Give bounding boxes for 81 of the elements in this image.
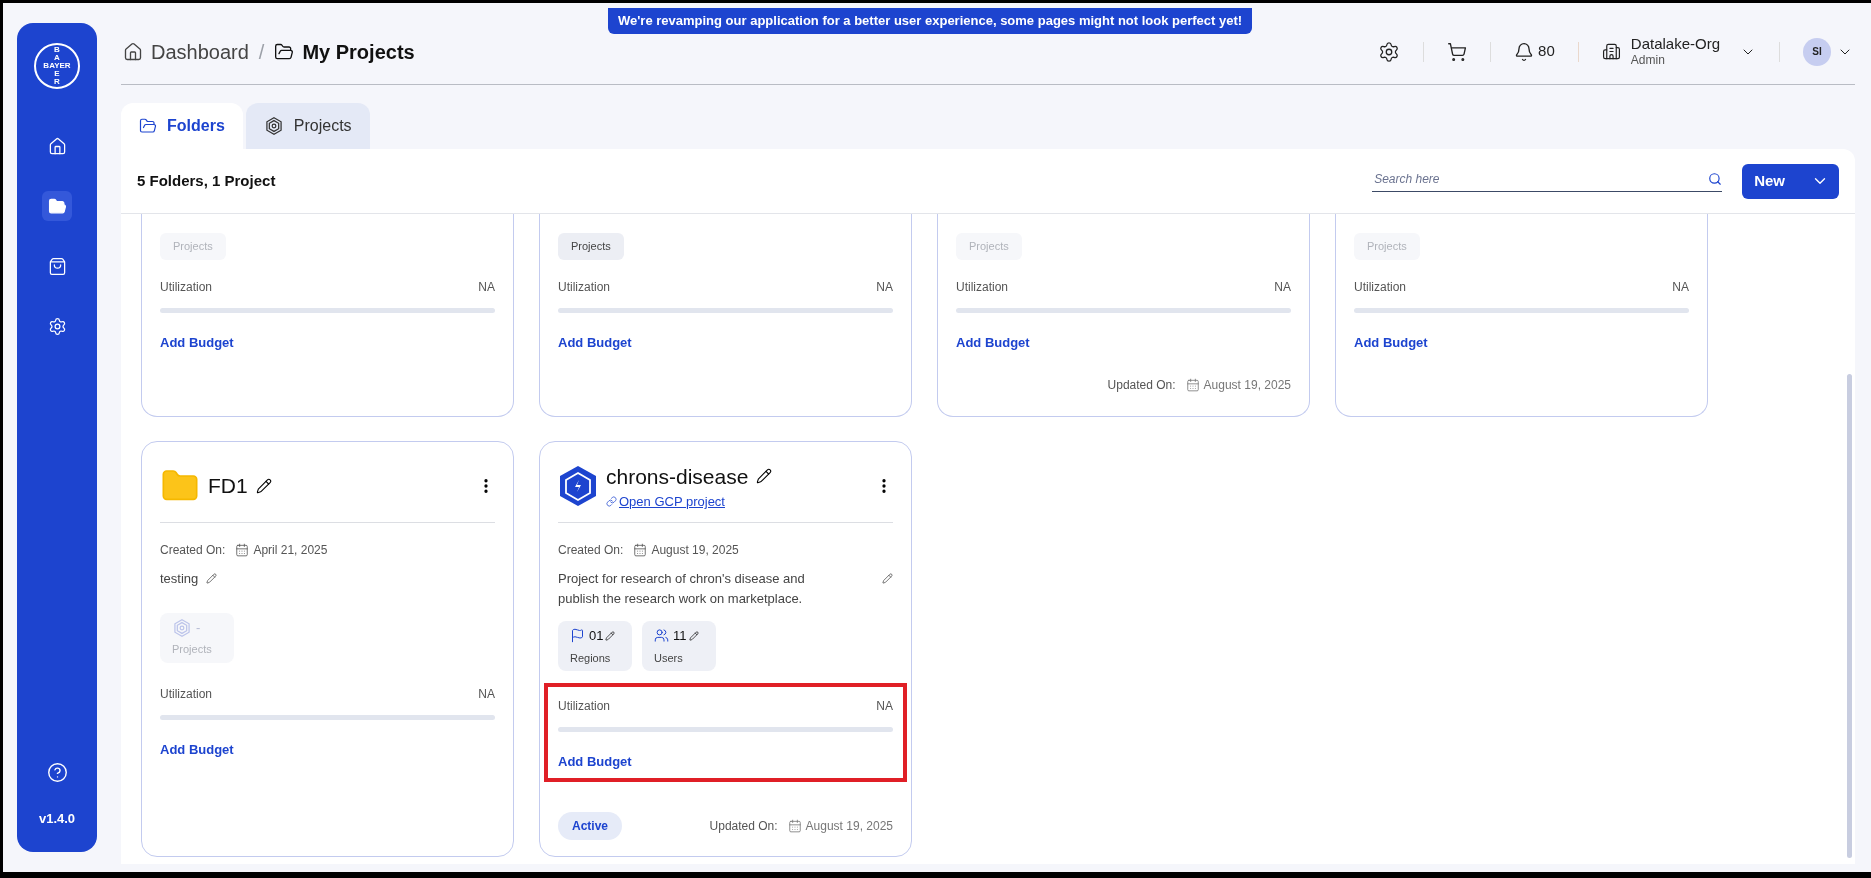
tab[interactable]: Folders <box>121 103 243 149</box>
new-button[interactable]: New <box>1742 163 1839 199</box>
created-label: Created On: <box>558 542 624 559</box>
settings-icon[interactable] <box>1378 40 1401 63</box>
logo-text: BAYER <box>43 62 71 70</box>
open-project-link[interactable]: Open GCP project <box>606 492 773 512</box>
notifications-button[interactable]: 80 <box>1514 40 1555 63</box>
utilization-value: NA <box>1672 278 1689 296</box>
utilization-label: Utilization <box>956 278 1009 296</box>
folder-icon <box>139 117 157 135</box>
stat-label: Regions <box>570 650 612 666</box>
logo-text: ER <box>53 70 61 86</box>
edit-icon[interactable] <box>255 478 272 494</box>
calendar-icon <box>787 819 802 833</box>
org-name: Datalake-Org <box>1630 34 1720 54</box>
calendar-icon <box>235 543 250 557</box>
logo-text: BA <box>53 46 61 62</box>
utilization-value: NA <box>478 278 495 296</box>
card-title: chrons-disease <box>606 463 749 490</box>
home-icon <box>123 41 143 62</box>
projects-chip: Projects <box>956 233 1022 260</box>
calendar-icon <box>633 543 648 557</box>
utilization-label: Utilization <box>558 698 611 715</box>
folder-card[interactable]: FD1 Created On: April 21, 2025 testing - Projects Utilization NA Add Budget <box>141 441 514 857</box>
created-label: Created On: <box>160 542 226 559</box>
card-title: FD1 <box>208 473 248 500</box>
edit-icon[interactable] <box>756 468 773 485</box>
org-role: Admin <box>1630 53 1666 69</box>
updated-label: Updated On: <box>1107 377 1176 394</box>
utilization-label: Utilization <box>160 686 213 703</box>
search-icon[interactable] <box>1708 172 1723 186</box>
flag-icon <box>570 628 585 644</box>
breadcrumb-link[interactable]: Dashboard <box>123 36 249 67</box>
utilization-label: Utilization <box>1354 278 1407 296</box>
status-badge: Active <box>558 812 623 840</box>
cart-icon[interactable] <box>1447 41 1468 62</box>
created-date: April 21, 2025 <box>253 542 328 559</box>
card-description: testing <box>160 570 199 588</box>
version-label: v1.4.0 <box>38 809 76 828</box>
projects-label: Projects <box>172 642 213 657</box>
projects-chip: Projects <box>558 233 624 260</box>
folder-icon[interactable] <box>42 191 72 221</box>
stat-label: Users <box>654 650 684 666</box>
projects-chip: Projects <box>160 233 226 260</box>
stat-value: 01 <box>589 627 604 645</box>
utilization-value: NA <box>1274 278 1291 296</box>
utilization-value: NA <box>876 698 893 715</box>
utilization-value: NA <box>478 686 495 703</box>
announcement-banner: We're revamping our application for a better user experience, some pages might not look perfect yet! <box>608 8 1253 34</box>
building-icon <box>1601 42 1621 61</box>
scrollbar[interactable] <box>1847 374 1852 858</box>
utilization-label: Utilization <box>160 278 213 296</box>
summary-title: 5 Folders, 1 Project <box>137 170 276 191</box>
stat-value: 11 <box>673 627 687 645</box>
projects-chip: Projects <box>1354 233 1420 260</box>
breadcrumb-separator: / <box>258 39 265 65</box>
help-icon[interactable] <box>46 761 68 783</box>
user-avatar[interactable]: SI <box>1803 37 1831 66</box>
folder-icon <box>274 41 295 62</box>
tab[interactable]: Projects <box>245 103 370 149</box>
projects-count: - <box>196 619 201 638</box>
add-budget-link[interactable]: Add Budget <box>956 332 1030 352</box>
utilization-value: NA <box>876 278 893 296</box>
add-budget-link[interactable]: Add Budget <box>160 740 234 760</box>
breadcrumb-link[interactable]: My Projects <box>274 36 415 67</box>
calendar-icon <box>1185 378 1200 392</box>
updated-label: Updated On: <box>709 818 778 835</box>
project-card[interactable] <box>539 441 912 857</box>
created-date: August 19, 2025 <box>651 542 739 559</box>
users-icon <box>654 628 669 644</box>
add-budget-link[interactable]: Add Budget <box>558 332 632 352</box>
search-field[interactable]: Search here <box>1372 170 1709 188</box>
card-description: Project for research of chron's disease and publish the research work on marketplace. <box>558 570 806 608</box>
updated-date: August 19, 2025 <box>805 818 893 835</box>
bell-icon <box>1514 41 1535 62</box>
add-budget-link[interactable]: Add Budget <box>558 752 632 772</box>
add-budget-link[interactable]: Add Budget <box>160 332 234 352</box>
add-budget-link[interactable]: Add Budget <box>1354 332 1428 352</box>
updated-date: August 19, 2025 <box>1203 377 1291 394</box>
link-icon <box>606 496 617 508</box>
utilization-label: Utilization <box>558 278 611 296</box>
